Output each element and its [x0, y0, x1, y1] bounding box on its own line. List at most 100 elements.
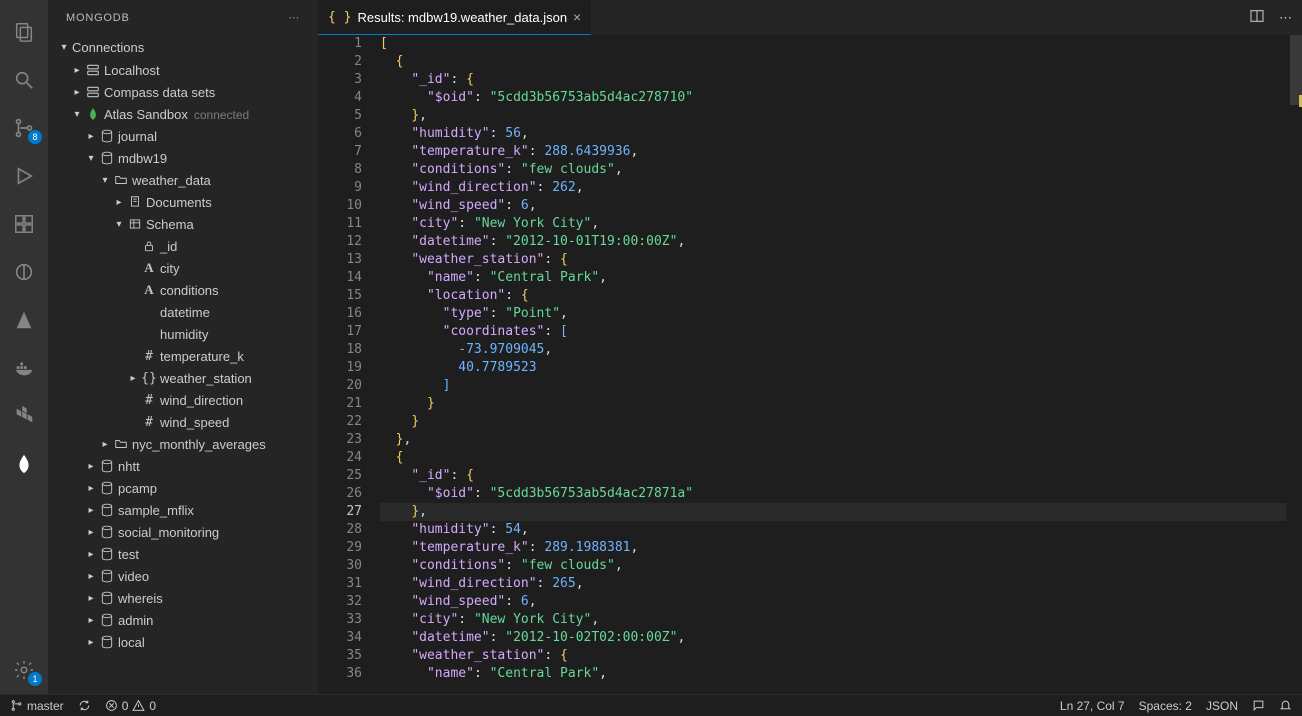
docker-icon[interactable]: [0, 344, 48, 392]
tree-item[interactable]: ▸local: [48, 631, 318, 653]
search-icon[interactable]: [0, 56, 48, 104]
chevron-right-icon: ▸: [84, 593, 98, 604]
json-file-icon: { }: [328, 10, 351, 25]
db-icon: [98, 569, 116, 583]
db-icon: [98, 547, 116, 561]
tree-item-label: wind_direction: [158, 393, 243, 408]
chevron-down-icon: ▾: [56, 42, 72, 53]
chevron-down-icon: ▾: [112, 219, 126, 230]
explorer-icon[interactable]: [0, 8, 48, 56]
tree-item[interactable]: Aconditions: [48, 279, 318, 301]
tree-item-label: Documents: [144, 195, 212, 210]
status-feedback-icon[interactable]: [1252, 699, 1265, 712]
A-icon: A: [140, 282, 158, 298]
tree-item-label: wind_speed: [158, 415, 229, 430]
tree-item[interactable]: #wind_direction: [48, 389, 318, 411]
tree-item-label: Atlas Sandboxconnected: [102, 107, 249, 122]
tree-item-label: conditions: [158, 283, 219, 298]
extensions-icon[interactable]: [0, 200, 48, 248]
editor-area: { } Results: mdbw19.weather_data.json × …: [318, 0, 1302, 694]
status-cursor[interactable]: Ln 27, Col 7: [1060, 699, 1125, 713]
mongodb-icon[interactable]: [0, 440, 48, 488]
tree-item[interactable]: ▸ whereis: [48, 587, 318, 609]
tree-item[interactable]: ▸ video: [48, 565, 318, 587]
remote-icon[interactable]: [0, 248, 48, 296]
chevron-right-icon: ▸: [84, 461, 98, 472]
sidebar-more-icon[interactable]: ⋯: [288, 11, 300, 24]
tree-item[interactable]: Acity: [48, 257, 318, 279]
tree-item-label: weather_station: [158, 371, 252, 386]
tree-item[interactable]: ▸ Localhost: [48, 59, 318, 81]
db-icon: [98, 129, 116, 143]
tree-item[interactable]: ▸social_monitoring: [48, 521, 318, 543]
tree-item[interactable]: datetime: [48, 301, 318, 323]
tree-item[interactable]: #wind_speed: [48, 411, 318, 433]
folder-icon: [112, 173, 130, 187]
db-icon: [98, 635, 116, 649]
line-gutter: 1234567891011121314151617181920212223242…: [318, 35, 380, 694]
chevron-right-icon: ▸: [84, 615, 98, 626]
tree-item-label: Schema: [144, 217, 194, 232]
section-connections[interactable]: ▾ Connections: [48, 35, 318, 59]
more-actions-icon[interactable]: ⋯: [1279, 10, 1292, 26]
status-spaces[interactable]: Spaces: 2: [1139, 699, 1192, 713]
split-editor-icon[interactable]: [1249, 8, 1265, 27]
tree-item[interactable]: ▸ admin: [48, 609, 318, 631]
tree-item[interactable]: ▾ weather_data: [48, 169, 318, 191]
debug-icon[interactable]: [0, 152, 48, 200]
hash-icon: #: [140, 349, 158, 364]
status-problems[interactable]: 0 0: [105, 699, 156, 713]
tree-item-label: admin: [116, 613, 153, 628]
tree-item[interactable]: humidity: [48, 323, 318, 345]
chevron-right-icon: ▸: [98, 439, 112, 450]
settings-icon[interactable]: 1: [0, 646, 48, 694]
tree-item[interactable]: ▸pcamp: [48, 477, 318, 499]
tree-item-label: Localhost: [102, 63, 160, 78]
tree-item-label: video: [116, 569, 149, 584]
minimap[interactable]: [1286, 35, 1302, 694]
tree-item[interactable]: ▸ Documents: [48, 191, 318, 213]
sidebar-header: MONGODB ⋯: [48, 0, 318, 35]
lock-icon: [140, 239, 158, 253]
tree-item[interactable]: _id: [48, 235, 318, 257]
db-icon: [98, 459, 116, 473]
folder-icon: [112, 437, 130, 451]
tree-item[interactable]: ▸Compass data sets: [48, 81, 318, 103]
chevron-right-icon: ▸: [112, 197, 126, 208]
tree-item[interactable]: ▸ nyc_monthly_averages: [48, 433, 318, 455]
tree-item[interactable]: ▸test: [48, 543, 318, 565]
tree-item[interactable]: ▾Atlas Sandboxconnected: [48, 103, 318, 125]
tab-results[interactable]: { } Results: mdbw19.weather_data.json ×: [318, 0, 591, 35]
tree-item[interactable]: ▸journal: [48, 125, 318, 147]
editor-body[interactable]: 1234567891011121314151617181920212223242…: [318, 35, 1302, 694]
status-language[interactable]: JSON: [1206, 699, 1238, 713]
tree-item-label: whereis: [116, 591, 163, 606]
code-content[interactable]: [ { "_id": { "$oid": "5cdd3b56753ab5d4ac…: [380, 35, 1286, 694]
tree-item-label: test: [116, 547, 139, 562]
tree-item[interactable]: ▸nhtt: [48, 455, 318, 477]
tree-item[interactable]: ▸sample_mflix: [48, 499, 318, 521]
status-bell-icon[interactable]: [1279, 699, 1292, 712]
chevron-down-icon: ▾: [98, 175, 112, 186]
status-bar: master 0 0 Ln 27, Col 7 Spaces: 2 JSON: [0, 694, 1302, 716]
chevron-right-icon: ▸: [84, 571, 98, 582]
source-control-icon[interactable]: 8: [0, 104, 48, 152]
azure-icon[interactable]: [0, 296, 48, 344]
docs-icon: [126, 195, 144, 209]
tree-item-label: temperature_k: [158, 349, 244, 364]
tab-title: Results: mdbw19.weather_data.json: [357, 10, 567, 25]
close-icon[interactable]: ×: [573, 9, 581, 25]
tree-item[interactable]: #temperature_k: [48, 345, 318, 367]
tree-item[interactable]: ▸{}weather_station: [48, 367, 318, 389]
tree-item-label: _id: [158, 239, 177, 254]
terraform-icon[interactable]: [0, 392, 48, 440]
tree-item-label: pcamp: [116, 481, 157, 496]
chevron-right-icon: ▸: [70, 65, 84, 76]
status-sync-icon[interactable]: [78, 699, 91, 712]
tree-item-label: weather_data: [130, 173, 211, 188]
tree-item-label: social_monitoring: [116, 525, 219, 540]
status-branch[interactable]: master: [10, 699, 64, 713]
tree-item[interactable]: ▾ Schema: [48, 213, 318, 235]
tree-item[interactable]: ▾mdbw19: [48, 147, 318, 169]
tree-item-label: nyc_monthly_averages: [130, 437, 266, 452]
